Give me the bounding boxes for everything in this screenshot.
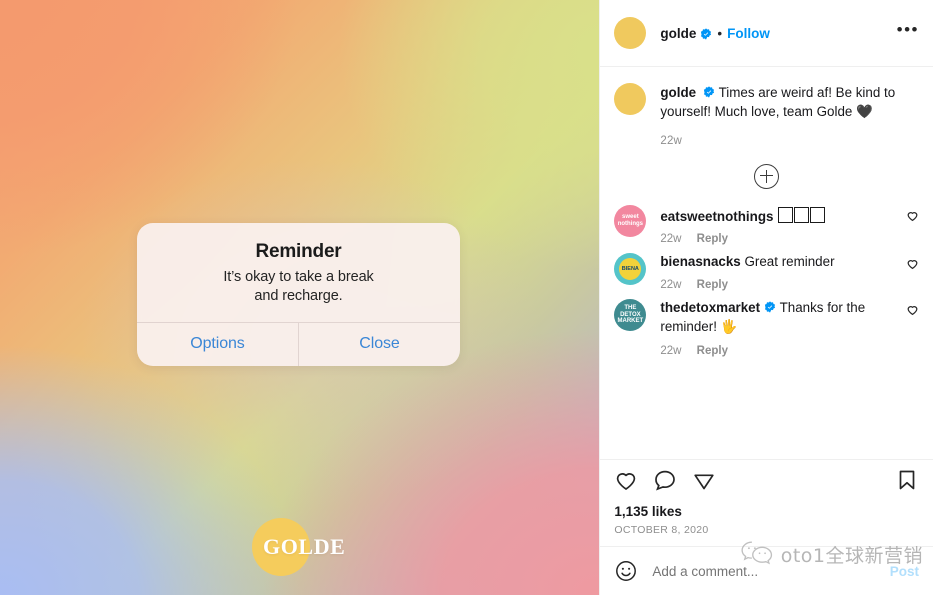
- comment-meta: 22w Reply: [660, 279, 866, 291]
- comment-avatar-label: THE DETOX MARKET: [617, 305, 644, 325]
- comment-emoji: 🖐: [720, 319, 738, 335]
- bookmark-icon[interactable]: [895, 468, 919, 497]
- post-header: golde • Follow •••: [600, 0, 933, 67]
- comment-like-icon[interactable]: [906, 209, 919, 227]
- comment-timestamp: 22w: [660, 233, 682, 246]
- comment-text-line: bienasnacks Great reminder: [660, 253, 866, 272]
- comment-text: Great reminder: [744, 254, 835, 270]
- caption-username[interactable]: golde: [660, 85, 696, 100]
- comment-reply-button[interactable]: Reply: [697, 233, 728, 245]
- comments-scroll-area[interactable]: golde Times are weird af! Be kind to you…: [600, 67, 933, 459]
- comment-reply-button[interactable]: Reply: [697, 345, 728, 357]
- caption-body: golde Times are weird af! Be kind to you…: [660, 83, 898, 150]
- list-item: sweet nothings eatsweetnothings 22w Repl…: [600, 197, 933, 245]
- instagram-post-screen: Reminder It’s okay to take a break and r…: [0, 0, 933, 595]
- caption-timestamp: 22w: [660, 134, 683, 147]
- alert-message-line-1: It’s okay to take a break: [223, 269, 374, 285]
- comment-avatar[interactable]: sweet nothings: [614, 204, 647, 237]
- header-user-block: golde • Follow: [660, 26, 769, 41]
- alert-options-button[interactable]: Options: [137, 323, 298, 366]
- action-icon-row: [614, 468, 919, 497]
- heart-icon[interactable]: [614, 468, 638, 497]
- caption-verified-badge-icon: [703, 84, 715, 98]
- alert-message-line-2: and recharge.: [254, 288, 343, 305]
- comment-like-icon[interactable]: [906, 303, 919, 321]
- comment-meta: 22w Reply: [660, 233, 866, 245]
- post-date: OCTOBER 8, 2020: [614, 524, 709, 536]
- post-comment-button[interactable]: Post: [890, 564, 919, 579]
- comment-username[interactable]: bienasnacks: [660, 254, 740, 269]
- missing-glyph-box-icon: [794, 206, 810, 223]
- plus-circle-icon[interactable]: [754, 163, 780, 189]
- list-item: BIENA bienasnacks Great reminder 22w Rep…: [600, 245, 933, 291]
- caption-emoji: 🖤: [856, 105, 873, 121]
- comment-username[interactable]: thedetoxmarket: [660, 300, 760, 315]
- logo-text: GOLDE: [263, 534, 346, 559]
- follow-button[interactable]: Follow: [727, 26, 770, 41]
- paper-plane-icon[interactable]: [692, 468, 716, 497]
- header-username[interactable]: golde: [660, 26, 696, 41]
- comment-username[interactable]: eatsweetnothings: [660, 209, 773, 224]
- comment-avatar[interactable]: BIENA: [614, 253, 647, 286]
- alert-close-button[interactable]: Close: [298, 323, 460, 367]
- verified-badge-icon: [700, 28, 712, 40]
- list-item: THE DETOX MARKET thedetoxmarket Thanks f…: [600, 291, 933, 357]
- caption-avatar[interactable]: [614, 83, 647, 115]
- alert-button-row: Options Close: [137, 322, 460, 367]
- comment-avatar-label: sweet nothings: [617, 213, 644, 227]
- missing-glyph-box-icon: [778, 206, 794, 223]
- caption-row: golde Times are weird af! Be kind to you…: [600, 67, 933, 150]
- comment-meta: 22w Reply: [660, 345, 866, 357]
- comment-body: eatsweetnothings 22w Reply: [660, 205, 866, 245]
- alert-message: It’s okay to take a break and recharge.: [159, 268, 438, 306]
- comment-reply-button[interactable]: Reply: [697, 279, 728, 291]
- comment-text-line: eatsweetnothings: [660, 205, 866, 227]
- comment-like-icon[interactable]: [906, 257, 919, 275]
- search-input comment-input[interactable]: [650, 562, 870, 580]
- speech-bubble-icon[interactable]: [653, 468, 677, 497]
- smiley-icon[interactable]: [614, 559, 638, 583]
- comment-timestamp: 22w: [660, 279, 682, 292]
- comment-avatar-label: BIENA: [621, 266, 639, 273]
- comment-body: bienasnacks Great reminder 22w Reply: [660, 253, 866, 291]
- add-comment-bar: Post: [600, 546, 933, 595]
- comment-timestamp: 22w: [660, 344, 682, 357]
- comment-body: thedetoxmarket Thanks for the reminder! …: [660, 299, 866, 357]
- comment-avatar[interactable]: THE DETOX MARKET: [614, 299, 647, 332]
- missing-glyph-box-icon: [810, 206, 826, 223]
- load-more-comments[interactable]: [600, 163, 933, 189]
- post-sidebar: golde • Follow ••• golde Times are weird…: [599, 0, 933, 595]
- avatar[interactable]: [614, 17, 647, 49]
- comment-verified-badge-icon: [764, 300, 776, 313]
- alert-title: Reminder: [255, 241, 342, 262]
- post-image[interactable]: Reminder It’s okay to take a break and r…: [0, 0, 600, 595]
- ios-alert-dialog: Reminder It’s okay to take a break and r…: [137, 223, 460, 367]
- likes-count[interactable]: 1,135 likes: [614, 504, 919, 519]
- post-actions: 1,135 likes OCTOBER 8, 2020: [600, 459, 933, 546]
- alert-body: Reminder It’s okay to take a break and r…: [137, 223, 460, 322]
- more-options-icon[interactable]: •••: [897, 21, 919, 39]
- comment-text-line: thedetoxmarket Thanks for the reminder! …: [660, 299, 866, 338]
- header-separator: •: [717, 25, 723, 41]
- golde-logo: GOLDE: [252, 518, 348, 578]
